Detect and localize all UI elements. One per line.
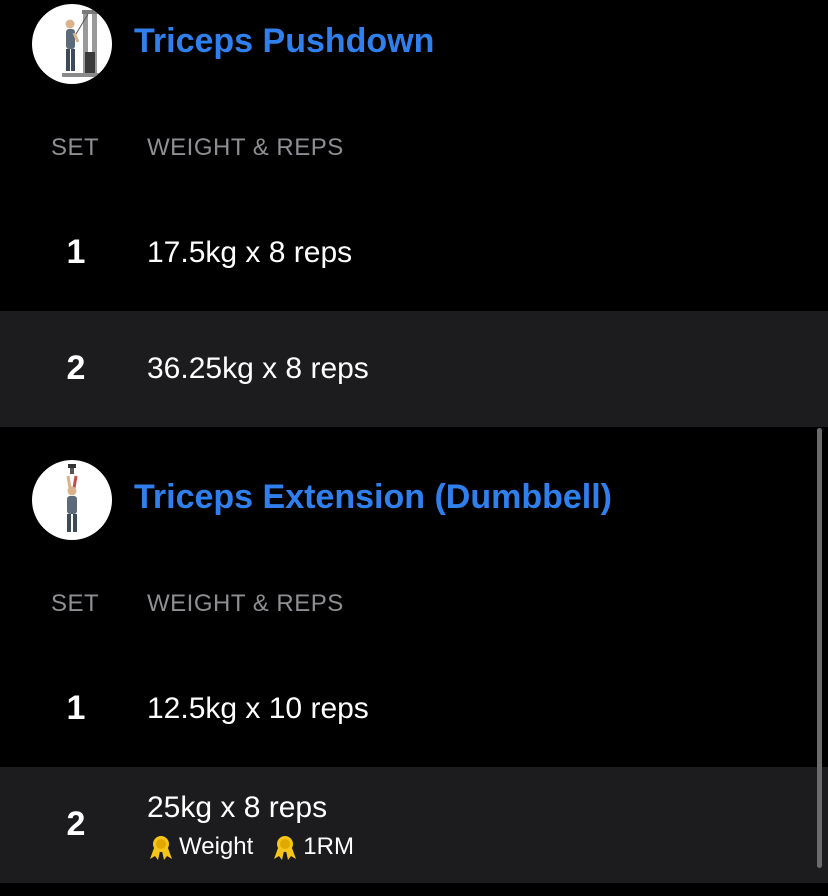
set-number: 1 [66,233,86,271]
set-weight-reps: 12.5kg x 10 reps [147,692,369,725]
set-weight-reps: 17.5kg x 8 reps [147,236,353,269]
set-row[interactable]: 1 17.5kg x 8 reps [0,195,828,311]
column-headers: SET WEIGHT & REPS [0,584,828,624]
exercise-card: Triceps Pushdown SET WEIGHT & REPS [0,0,828,168]
weight-record-badge: Weight [147,833,253,861]
set-column-header: SET [51,590,100,617]
medal-icon [274,836,297,860]
set-number: 2 [66,805,86,843]
exercise-header: Triceps Pushdown [0,0,828,86]
set-column-header: SET [51,134,100,161]
set-weight-reps: 36.25kg x 8 reps [147,352,369,385]
weight-reps-column-header: WEIGHT & REPS [147,590,344,617]
badge-label: 1RM [303,833,354,860]
set-number: 1 [66,689,86,727]
set-row[interactable]: 2 25kg x 8 reps Weight 1RM [0,767,828,883]
scrollbar[interactable] [817,428,822,868]
exercise-title[interactable]: Triceps Extension (Dumbbell) [134,478,612,517]
1rm-record-badge: 1RM [271,833,354,861]
triceps-pushdown-icon[interactable] [32,4,112,84]
column-headers: SET WEIGHT & REPS [0,128,828,168]
personal-record-badges: Weight 1RM [147,831,372,863]
weight-reps-column-header: WEIGHT & REPS [147,134,344,161]
set-row[interactable]: 2 36.25kg x 8 reps [0,311,828,427]
exercise-header: Triceps Extension (Dumbbell) [0,456,828,542]
medal-icon [150,836,172,860]
exercise-card: Triceps Extension (Dumbbell) SET WEIGHT … [0,456,828,624]
set-row[interactable]: 1 12.5kg x 10 reps [0,651,828,767]
set-number: 2 [66,349,86,387]
set-weight-reps: 25kg x 8 reps [147,791,328,824]
triceps-extension-icon[interactable] [32,460,112,540]
badge-label: Weight [179,833,254,860]
exercise-title[interactable]: Triceps Pushdown [134,22,434,61]
